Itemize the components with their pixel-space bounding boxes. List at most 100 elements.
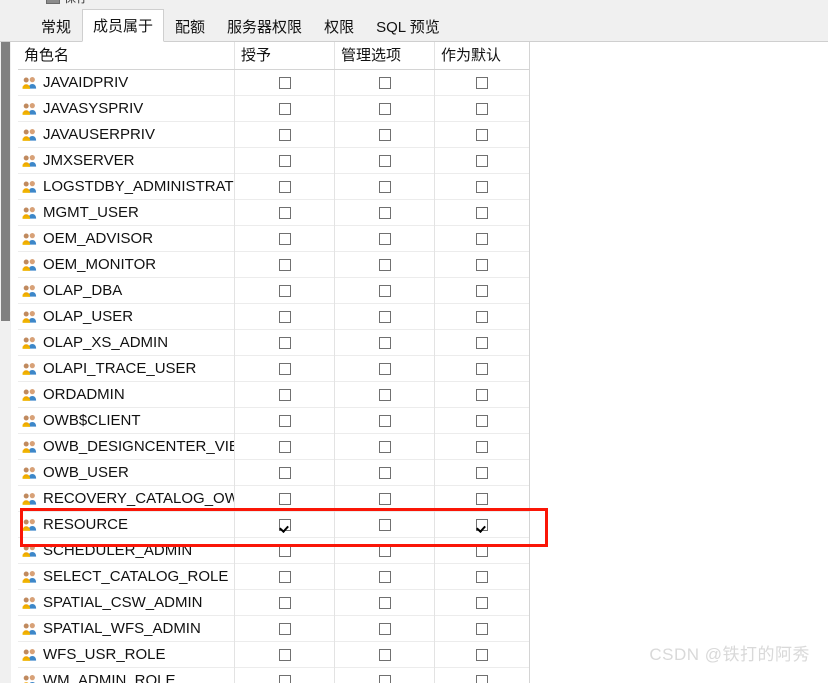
- grant-checkbox-cell[interactable]: [235, 511, 335, 538]
- admin-option-checkbox[interactable]: [378, 102, 391, 115]
- grant-checkbox[interactable]: [278, 310, 291, 323]
- grant-checkbox[interactable]: [278, 258, 291, 271]
- role-name-cell[interactable]: SCHEDULER_ADMIN: [18, 537, 235, 564]
- as-default-checkbox-cell[interactable]: [435, 511, 530, 538]
- admin-option-checkbox[interactable]: [378, 414, 391, 427]
- as-default-checkbox-cell[interactable]: [435, 173, 530, 200]
- as-default-checkbox[interactable]: [476, 492, 488, 505]
- role-name-cell[interactable]: JAVAIDPRIV: [18, 69, 235, 96]
- grant-checkbox[interactable]: [278, 128, 291, 141]
- table-row[interactable]: JMXSERVER: [18, 147, 530, 174]
- table-row[interactable]: RECOVERY_CATALOG_OWNER: [18, 485, 530, 512]
- role-name-cell[interactable]: RESOURCE: [18, 511, 235, 538]
- as-default-checkbox-cell[interactable]: [435, 407, 530, 434]
- grant-checkbox-cell[interactable]: [235, 641, 335, 668]
- role-name-cell[interactable]: OEM_MONITOR: [18, 251, 235, 278]
- as-default-checkbox-cell[interactable]: [435, 277, 530, 304]
- as-default-checkbox-cell[interactable]: [435, 69, 530, 96]
- grant-checkbox-cell[interactable]: [235, 251, 335, 278]
- role-name-cell[interactable]: RECOVERY_CATALOG_OWNER: [18, 485, 235, 512]
- column-header-grant[interactable]: 授予: [235, 42, 335, 69]
- grant-checkbox[interactable]: [278, 414, 291, 427]
- as-default-checkbox-cell[interactable]: [435, 95, 530, 122]
- table-row[interactable]: OLAP_USER: [18, 303, 530, 330]
- table-row[interactable]: OEM_ADVISOR: [18, 225, 530, 252]
- as-default-checkbox-cell[interactable]: [435, 329, 530, 356]
- grant-checkbox[interactable]: [278, 284, 291, 297]
- admin-option-checkbox-cell[interactable]: [335, 355, 435, 382]
- as-default-checkbox[interactable]: [476, 258, 488, 271]
- admin-option-checkbox[interactable]: [378, 492, 391, 505]
- table-row[interactable]: ORDADMIN: [18, 381, 530, 408]
- grant-checkbox-cell[interactable]: [235, 381, 335, 408]
- admin-option-checkbox-cell[interactable]: [335, 173, 435, 200]
- grant-checkbox-cell[interactable]: [235, 667, 335, 683]
- as-default-checkbox[interactable]: [476, 102, 488, 115]
- grant-checkbox[interactable]: [278, 466, 291, 479]
- table-row[interactable]: SPATIAL_WFS_ADMIN: [18, 615, 530, 642]
- tab-0[interactable]: 常规: [30, 11, 82, 42]
- admin-option-checkbox[interactable]: [378, 544, 391, 557]
- grant-checkbox-cell[interactable]: [235, 303, 335, 330]
- tab-3[interactable]: 服务器权限: [216, 11, 313, 42]
- role-name-cell[interactable]: LOGSTDBY_ADMINISTRATOR: [18, 173, 235, 200]
- admin-option-checkbox-cell[interactable]: [335, 459, 435, 486]
- vertical-scrollbar-thumb[interactable]: [1, 42, 10, 321]
- as-default-checkbox[interactable]: [476, 336, 488, 349]
- as-default-checkbox[interactable]: [476, 440, 488, 453]
- role-name-cell[interactable]: OWB$CLIENT: [18, 407, 235, 434]
- admin-option-checkbox[interactable]: [378, 232, 391, 245]
- column-header-admin-option[interactable]: 管理选项: [335, 42, 435, 69]
- grant-checkbox-cell[interactable]: [235, 563, 335, 590]
- table-row[interactable]: WFS_USR_ROLE: [18, 641, 530, 668]
- as-default-checkbox[interactable]: [476, 362, 488, 375]
- table-row[interactable]: WM_ADMIN_ROLE: [18, 667, 530, 683]
- as-default-checkbox-cell[interactable]: [435, 303, 530, 330]
- admin-option-checkbox[interactable]: [378, 388, 391, 401]
- column-header-as-default[interactable]: 作为默认: [435, 42, 530, 69]
- grant-checkbox[interactable]: [278, 336, 291, 349]
- grant-checkbox-cell[interactable]: [235, 355, 335, 382]
- admin-option-checkbox-cell[interactable]: [335, 537, 435, 564]
- admin-option-checkbox[interactable]: [378, 336, 391, 349]
- tab-1[interactable]: 成员属于: [82, 9, 165, 42]
- table-row[interactable]: OEM_MONITOR: [18, 251, 530, 278]
- grant-checkbox-cell[interactable]: [235, 433, 335, 460]
- admin-option-checkbox-cell[interactable]: [335, 485, 435, 512]
- tab-4[interactable]: 权限: [313, 11, 365, 42]
- grant-checkbox-cell[interactable]: [235, 95, 335, 122]
- admin-option-checkbox-cell[interactable]: [335, 381, 435, 408]
- grant-checkbox-cell[interactable]: [235, 407, 335, 434]
- admin-option-checkbox-cell[interactable]: [335, 303, 435, 330]
- column-header-role-name[interactable]: 角色名: [18, 42, 235, 69]
- role-name-cell[interactable]: SPATIAL_WFS_ADMIN: [18, 615, 235, 642]
- role-name-cell[interactable]: OLAP_DBA: [18, 277, 235, 304]
- role-name-cell[interactable]: WM_ADMIN_ROLE: [18, 667, 235, 683]
- grant-checkbox[interactable]: [278, 674, 291, 683]
- grant-checkbox[interactable]: [278, 622, 291, 635]
- admin-option-checkbox[interactable]: [378, 128, 391, 141]
- as-default-checkbox-cell[interactable]: [435, 485, 530, 512]
- grant-checkbox-cell[interactable]: [235, 459, 335, 486]
- as-default-checkbox-cell[interactable]: [435, 537, 530, 564]
- role-name-cell[interactable]: OLAP_XS_ADMIN: [18, 329, 235, 356]
- admin-option-checkbox-cell[interactable]: [335, 147, 435, 174]
- grant-checkbox-cell[interactable]: [235, 537, 335, 564]
- role-name-cell[interactable]: OLAP_USER: [18, 303, 235, 330]
- admin-option-checkbox-cell[interactable]: [335, 225, 435, 252]
- as-default-checkbox[interactable]: [476, 544, 488, 557]
- grant-checkbox[interactable]: [278, 102, 291, 115]
- grant-checkbox[interactable]: [278, 648, 291, 661]
- admin-option-checkbox-cell[interactable]: [335, 641, 435, 668]
- admin-option-checkbox[interactable]: [378, 440, 391, 453]
- role-name-cell[interactable]: MGMT_USER: [18, 199, 235, 226]
- grant-checkbox[interactable]: [278, 596, 291, 609]
- grant-checkbox[interactable]: [278, 492, 291, 505]
- grant-checkbox[interactable]: [278, 570, 291, 583]
- as-default-checkbox[interactable]: [476, 648, 488, 661]
- as-default-checkbox[interactable]: [476, 180, 488, 193]
- admin-option-checkbox[interactable]: [378, 362, 391, 375]
- grant-checkbox[interactable]: [278, 180, 291, 193]
- grant-checkbox[interactable]: [278, 388, 291, 401]
- as-default-checkbox[interactable]: [476, 518, 488, 531]
